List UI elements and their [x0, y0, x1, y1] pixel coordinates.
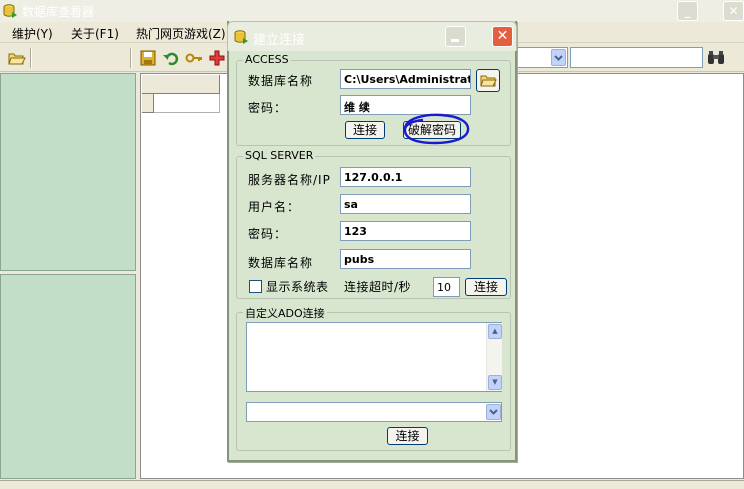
username-label: 用户名： [248, 200, 301, 214]
main-title-text: 数据库查看器 [22, 5, 95, 19]
grid-row-header[interactable] [142, 94, 154, 113]
menu-item-about[interactable]: 关于(F1) [71, 25, 119, 42]
sql-connect-button[interactable]: 连接 [465, 278, 507, 296]
dialog-close-button[interactable]: ✕ [492, 26, 513, 47]
timeout-field[interactable]: 10 [433, 277, 460, 297]
sql-password-field[interactable]: 123 [340, 221, 471, 241]
close-icon: ✕ [728, 4, 739, 18]
ado-connect-button[interactable]: 连接 [387, 427, 428, 445]
sql-server-group-legend: SQL SERVER [243, 149, 316, 162]
main-close-button[interactable]: ✕ [723, 1, 744, 21]
open-folder-icon [480, 75, 497, 87]
tree-pane-bottom[interactable] [0, 274, 136, 479]
main-minimize-button[interactable]: _ [677, 1, 698, 21]
access-db-name-label: 数据库名称 [248, 74, 314, 88]
access-connect-button[interactable]: 连接 [345, 121, 385, 139]
ado-provider-combo[interactable] [246, 402, 502, 422]
menu-item-web-games[interactable]: 热门网页游戏(Z) [136, 25, 226, 42]
chevron-down-icon[interactable] [486, 404, 501, 420]
toolbar-separator [30, 48, 32, 68]
binoculars-icon[interactable] [707, 50, 725, 66]
sql-password-label: 密码： [248, 227, 288, 241]
username-field[interactable]: sa [340, 194, 471, 214]
ado-group-legend: 自定义ADO连接 [243, 305, 327, 321]
grid-header-cell[interactable] [142, 75, 220, 94]
toolbar-search-input[interactable] [570, 47, 703, 68]
close-icon: ✕ [496, 28, 509, 44]
main-title-bar: 数据库查看器 _ ✕ [0, 0, 744, 22]
menu-item-maintain[interactable]: 维护(Y) [12, 25, 53, 42]
access-group-legend: ACCESS [243, 53, 291, 66]
sql-db-name-label: 数据库名称 [248, 256, 314, 270]
connection-dialog: 建立连接 ✕ ACCESS 数据库名称 C:\Users\Administrat… [227, 21, 517, 462]
key-icon[interactable] [185, 49, 203, 67]
show-system-tables-label: 显示系统表 [266, 280, 329, 294]
dialog-minimize-button[interactable] [445, 26, 466, 47]
crack-password-button[interactable]: 破解密码 [403, 121, 461, 139]
scroll-down-icon[interactable]: ▼ [488, 375, 502, 390]
dialog-title-bar[interactable]: 建立连接 ✕ [227, 21, 517, 51]
textarea-scrollbar[interactable]: ▲ ▼ [486, 323, 502, 391]
server-name-label: 服务器名称/IP [248, 173, 331, 187]
access-password-label: 密码： [248, 101, 288, 115]
undo-icon[interactable] [162, 49, 180, 67]
add-icon[interactable] [208, 49, 226, 67]
tree-pane-top[interactable] [0, 73, 136, 271]
ado-connection-string-textarea[interactable] [246, 322, 502, 392]
minimize-icon: _ [684, 4, 691, 18]
minimize-icon [451, 39, 459, 42]
access-password-field[interactable]: 维 续 [340, 95, 471, 115]
database-icon [3, 4, 17, 18]
data-grid-header [142, 75, 220, 113]
scroll-up-icon[interactable]: ▲ [488, 324, 502, 339]
access-db-path-field[interactable]: C:\Users\Administrato [340, 69, 471, 89]
show-system-tables-checkbox[interactable] [249, 280, 262, 293]
status-bar [0, 480, 744, 489]
database-icon [234, 30, 248, 44]
toolbar-combo[interactable] [516, 47, 568, 68]
open-folder-icon[interactable] [8, 49, 26, 67]
grid-cell[interactable] [154, 94, 220, 113]
server-name-field[interactable]: 127.0.0.1 [340, 167, 471, 187]
sql-db-name-field[interactable]: pubs [340, 249, 471, 269]
chevron-down-icon[interactable] [551, 49, 566, 66]
toolbar-separator [130, 48, 132, 68]
dialog-title-text: 建立连接 [253, 33, 306, 48]
save-icon[interactable] [139, 49, 157, 67]
browse-file-button[interactable] [476, 69, 500, 92]
timeout-label: 连接超时/秒 [344, 280, 412, 294]
